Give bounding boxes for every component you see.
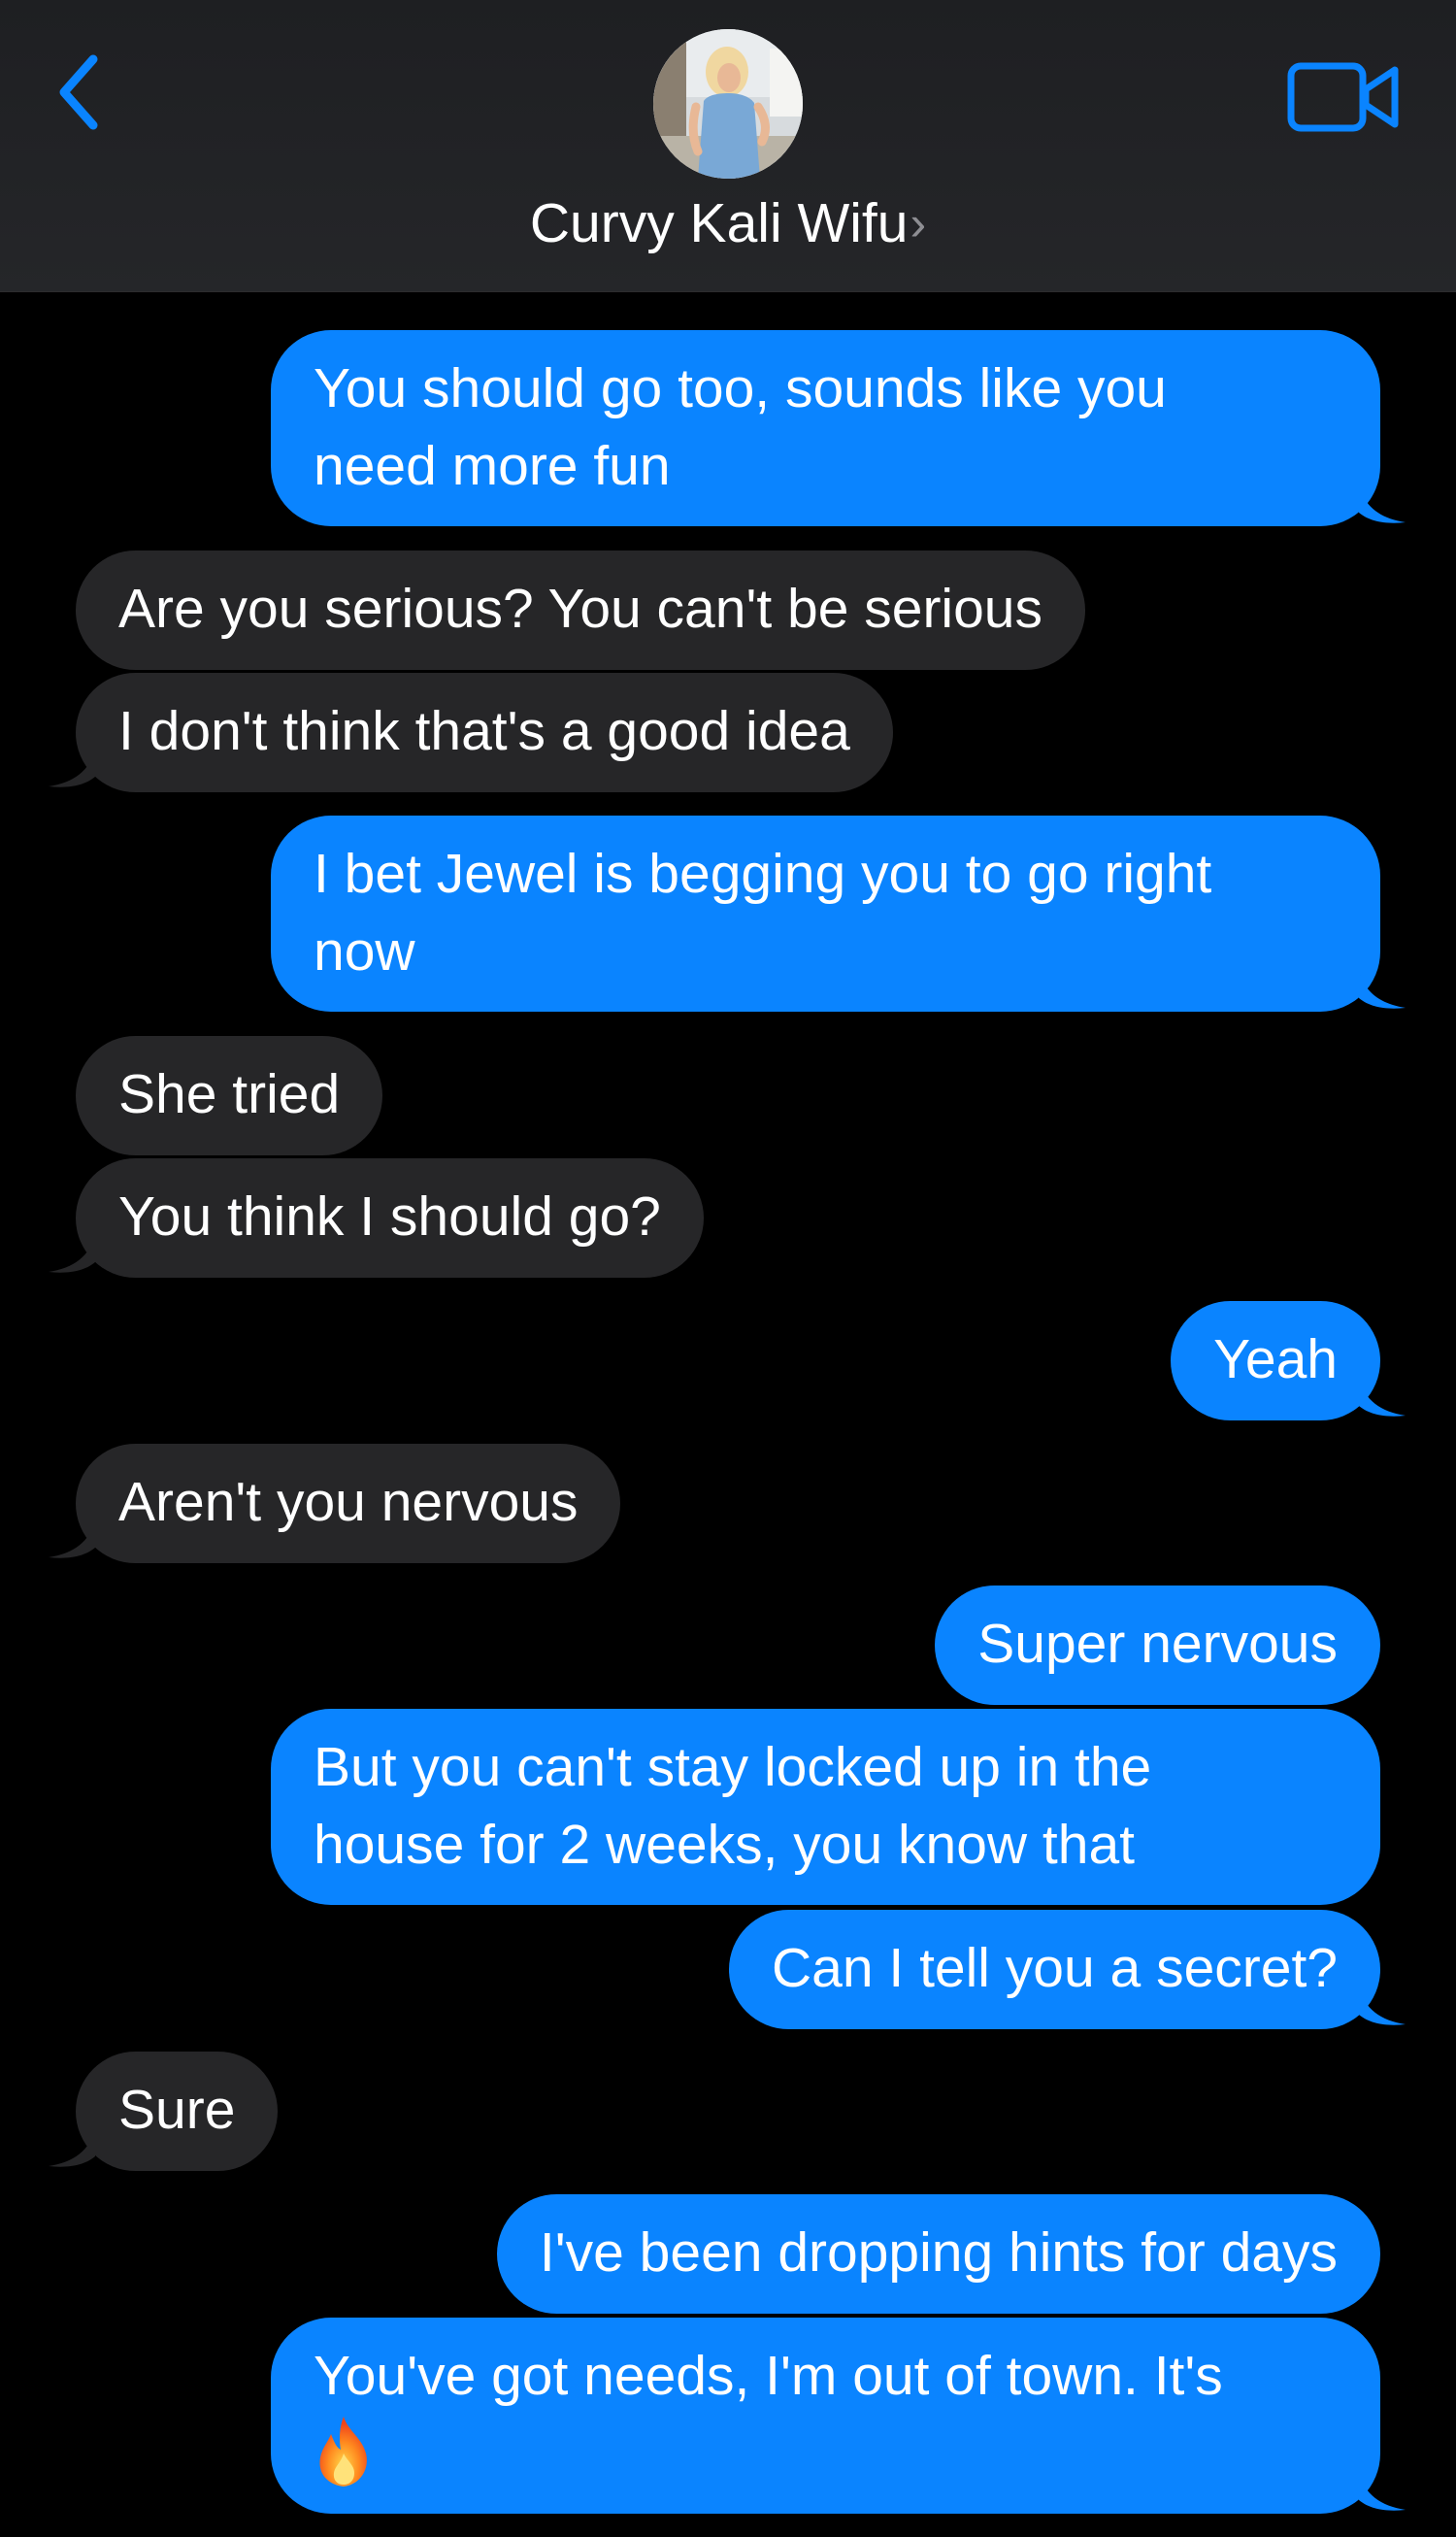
bubble-tail-incoming <box>49 2129 95 2167</box>
contact-name: Curvy Kali Wifu <box>529 192 909 254</box>
message-text-line <box>314 2415 1338 2499</box>
message-text-line: You've got needs, I'm out of town. It's <box>314 2345 1223 2407</box>
message-thread: You should go too, sounds like you need … <box>0 0 1456 2537</box>
bubble-tail-outgoing <box>1359 1379 1406 1417</box>
message-bubble-outgoing[interactable]: Yeah <box>1171 1301 1380 1420</box>
message-text: I've been dropping hints for days <box>539 2221 1338 2284</box>
message-bubble-outgoing[interactable]: I've been dropping hints for days <box>496 2194 1380 2314</box>
message-bubble-incoming[interactable]: Aren't you nervous <box>76 1444 621 1563</box>
message-text: Yeah <box>1213 1328 1338 1390</box>
video-camera-icon[interactable] <box>1286 58 1403 136</box>
message-bubble-outgoing[interactable]: But you can't stay locked up in the hous… <box>271 1709 1380 1905</box>
message-text-line: need more fun <box>314 435 671 497</box>
bubble-tail-incoming <box>49 1235 95 1273</box>
message-text: Aren't you nervous <box>118 1471 579 1533</box>
message-bubble-incoming[interactable]: You think I should go? <box>76 1158 704 1278</box>
message-bubble-incoming[interactable]: I don't think that's a good idea <box>76 673 893 792</box>
avatar-photo <box>653 29 803 179</box>
contact-name-button[interactable]: Curvy Kali Wifu› <box>0 184 1456 262</box>
message-text-line: You should go too, sounds like you <box>314 357 1167 419</box>
message-bubble-outgoing[interactable]: I bet Jewel is begging you to go right n… <box>271 816 1380 1012</box>
message-text: Super nervous <box>977 1613 1338 1675</box>
chevron-left-icon[interactable] <box>50 53 109 131</box>
bubble-tail-outgoing <box>1359 1987 1406 2025</box>
message-bubble-outgoing[interactable]: Can I tell you a secret? <box>729 1910 1380 2029</box>
bubble-tail-outgoing <box>1359 2473 1406 2511</box>
message-text-line: But you can't stay locked up in the <box>314 1736 1152 1798</box>
message-text: Sure <box>118 2079 236 2141</box>
message-bubble-incoming[interactable]: Are you serious? You can't be serious <box>76 551 1085 670</box>
conversation-header: Curvy Kali Wifu› <box>0 0 1456 292</box>
message-text-line: house for 2 weeks, you know that <box>314 1814 1135 1876</box>
bubble-tail-outgoing <box>1359 485 1406 523</box>
message-text: She tried <box>118 1063 341 1125</box>
message-text-line: I bet Jewel is begging you to go right <box>314 843 1212 905</box>
bubble-tail-incoming <box>49 1520 95 1558</box>
chevron-right-icon: › <box>910 196 927 250</box>
message-text: Are you serious? You can't be serious <box>118 578 1042 640</box>
message-bubble-outgoing[interactable]: You've got needs, I'm out of town. It's <box>271 2318 1380 2514</box>
message-bubble-incoming[interactable]: Sure <box>76 2052 279 2171</box>
message-bubble-incoming[interactable]: She tried <box>76 1036 383 1155</box>
message-text: I don't think that's a good idea <box>118 700 850 762</box>
message-text-line: now <box>314 920 415 983</box>
fire-emoji-icon <box>319 2417 367 2487</box>
message-bubble-outgoing[interactable]: Super nervous <box>935 1586 1380 1705</box>
message-text: You think I should go? <box>118 1185 661 1248</box>
message-text: Can I tell you a secret? <box>772 1937 1338 1999</box>
message-bubble-outgoing[interactable]: You should go too, sounds like you need … <box>271 330 1380 526</box>
bubble-tail-incoming <box>49 750 95 787</box>
bubble-tail-outgoing <box>1359 971 1406 1009</box>
avatar[interactable] <box>653 29 803 179</box>
